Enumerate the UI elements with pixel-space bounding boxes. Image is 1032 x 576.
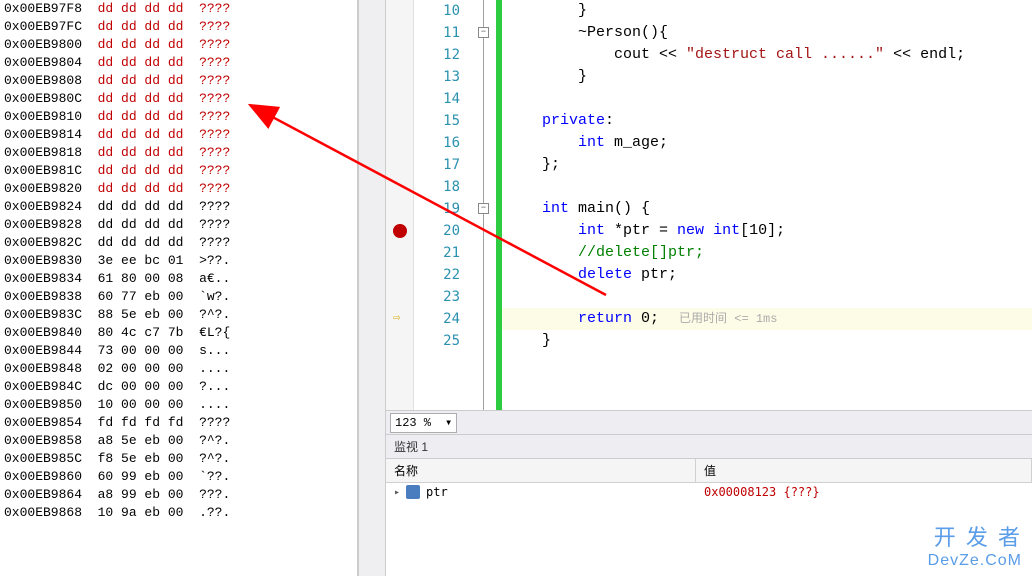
current-line-arrow-icon: ⇨ xyxy=(393,310,400,325)
memory-row[interactable]: 0x00EB9840 80 4c c7 7b €L?{ xyxy=(0,324,357,342)
watermark: 开 发 者 DevZe.CoM xyxy=(928,520,1022,570)
code-line[interactable]: } xyxy=(502,66,1032,88)
memory-row[interactable]: 0x00EB985C f8 5e eb 00 ?^?. xyxy=(0,450,357,468)
code-line[interactable]: } xyxy=(502,0,1032,22)
line-number: 16 xyxy=(414,132,460,154)
memory-row[interactable]: 0x00EB97F8 dd dd dd dd ???? xyxy=(0,0,357,18)
code-line[interactable] xyxy=(502,176,1032,198)
memory-row[interactable]: 0x00EB9820 dd dd dd dd ???? xyxy=(0,180,357,198)
line-number: 11 xyxy=(414,22,460,44)
line-number: 15 xyxy=(414,110,460,132)
memory-row[interactable]: 0x00EB9810 dd dd dd dd ???? xyxy=(0,108,357,126)
memory-row[interactable]: 0x00EB9854 fd fd fd fd ???? xyxy=(0,414,357,432)
outline-collapse-icon[interactable]: − xyxy=(478,27,489,38)
expand-icon[interactable]: ▸ xyxy=(394,487,400,498)
line-number: 21 xyxy=(414,242,460,264)
memory-row[interactable]: 0x00EB981C dd dd dd dd ???? xyxy=(0,162,357,180)
line-number: 13 xyxy=(414,66,460,88)
vertical-splitter[interactable] xyxy=(358,0,386,576)
memory-panel: 0x00EB97F8 dd dd dd dd ????0x00EB97FC dd… xyxy=(0,0,358,576)
memory-row[interactable]: 0x00EB9860 60 99 eb 00 `??. xyxy=(0,468,357,486)
line-number: 14 xyxy=(414,88,460,110)
memory-row[interactable]: 0x00EB9858 a8 5e eb 00 ?^?. xyxy=(0,432,357,450)
code-line[interactable]: }; xyxy=(502,154,1032,176)
code-line[interactable]: int main() { xyxy=(502,198,1032,220)
memory-row[interactable]: 0x00EB9800 dd dd dd dd ???? xyxy=(0,36,357,54)
memory-row[interactable]: 0x00EB9868 10 9a eb 00 .??. xyxy=(0,504,357,522)
memory-row[interactable]: 0x00EB9838 60 77 eb 00 `w?. xyxy=(0,288,357,306)
memory-row[interactable]: 0x00EB980C dd dd dd dd ???? xyxy=(0,90,357,108)
line-number: 19 xyxy=(414,198,460,220)
line-number: 20 xyxy=(414,220,460,242)
chevron-down-icon: ▾ xyxy=(445,415,452,430)
code-line[interactable]: cout << "destruct call ......" << endl; xyxy=(502,44,1032,66)
code-line[interactable]: private: xyxy=(502,110,1032,132)
code-line[interactable]: } xyxy=(502,330,1032,352)
line-number: 22 xyxy=(414,264,460,286)
memory-row[interactable]: 0x00EB9834 61 80 00 08 a€.. xyxy=(0,270,357,288)
memory-row[interactable]: 0x00EB9864 a8 99 eb 00 ???. xyxy=(0,486,357,504)
line-number: 23 xyxy=(414,286,460,308)
memory-row[interactable]: 0x00EB9850 10 00 00 00 .... xyxy=(0,396,357,414)
breakpoint-icon[interactable] xyxy=(393,224,407,238)
watch-row[interactable]: ▸ ptr 0x00008123 {???} xyxy=(386,483,1032,501)
memory-row[interactable]: 0x00EB9808 dd dd dd dd ???? xyxy=(0,72,357,90)
memory-row[interactable]: 0x00EB9818 dd dd dd dd ???? xyxy=(0,144,357,162)
code-line[interactable]: return 0;已用时间 <= 1ms xyxy=(502,308,1032,330)
watch-col-name[interactable]: 名称 xyxy=(386,459,696,482)
memory-row[interactable]: 0x00EB9848 02 00 00 00 .... xyxy=(0,360,357,378)
memory-row[interactable]: 0x00EB9824 dd dd dd dd ???? xyxy=(0,198,357,216)
variable-icon xyxy=(406,485,420,499)
code-line[interactable] xyxy=(502,286,1032,308)
watch-var-value: 0x00008123 {???} xyxy=(696,485,1032,499)
zoom-select[interactable]: 123 % ▾ xyxy=(390,413,457,433)
code-editor[interactable]: ⇨ 10111213141516171819202122232425 −− } … xyxy=(386,0,1032,410)
code-line[interactable]: int m_age; xyxy=(502,132,1032,154)
code-line[interactable]: //delete[]ptr; xyxy=(502,242,1032,264)
memory-row[interactable]: 0x00EB984C dc 00 00 00 ?... xyxy=(0,378,357,396)
line-number: 12 xyxy=(414,44,460,66)
memory-row[interactable]: 0x00EB9844 73 00 00 00 s... xyxy=(0,342,357,360)
outline-gutter[interactable]: −− xyxy=(474,0,496,410)
zoom-toolbar: 123 % ▾ xyxy=(386,410,1032,434)
code-lines[interactable]: } ~Person(){ cout << "destruct call ....… xyxy=(502,0,1032,410)
watch-var-name: ptr xyxy=(426,485,448,499)
zoom-value: 123 % xyxy=(395,416,431,430)
line-number: 18 xyxy=(414,176,460,198)
memory-row[interactable]: 0x00EB9814 dd dd dd dd ???? xyxy=(0,126,357,144)
watch-col-value[interactable]: 值 xyxy=(696,459,1032,482)
code-line[interactable]: delete ptr; xyxy=(502,264,1032,286)
line-number: 17 xyxy=(414,154,460,176)
memory-scroll[interactable]: 0x00EB97F8 dd dd dd dd ????0x00EB97FC dd… xyxy=(0,0,357,576)
watch-header: 名称 值 xyxy=(386,459,1032,483)
line-number: 10 xyxy=(414,0,460,22)
line-number: 24 xyxy=(414,308,460,330)
memory-row[interactable]: 0x00EB983C 88 5e eb 00 ?^?. xyxy=(0,306,357,324)
breakpoint-gutter[interactable]: ⇨ xyxy=(386,0,414,410)
line-number-gutter: 10111213141516171819202122232425 xyxy=(414,0,474,410)
outline-collapse-icon[interactable]: − xyxy=(478,203,489,214)
memory-row[interactable]: 0x00EB982C dd dd dd dd ???? xyxy=(0,234,357,252)
code-line[interactable]: ~Person(){ xyxy=(502,22,1032,44)
code-line[interactable]: int *ptr = new int[10]; xyxy=(502,220,1032,242)
code-line[interactable] xyxy=(502,88,1032,110)
line-number: 25 xyxy=(414,330,460,352)
watch-panel-title: 监视 1 xyxy=(386,435,1032,459)
memory-row[interactable]: 0x00EB9830 3e ee bc 01 >??. xyxy=(0,252,357,270)
memory-row[interactable]: 0x00EB9804 dd dd dd dd ???? xyxy=(0,54,357,72)
memory-row[interactable]: 0x00EB9828 dd dd dd dd ???? xyxy=(0,216,357,234)
memory-row[interactable]: 0x00EB97FC dd dd dd dd ???? xyxy=(0,18,357,36)
